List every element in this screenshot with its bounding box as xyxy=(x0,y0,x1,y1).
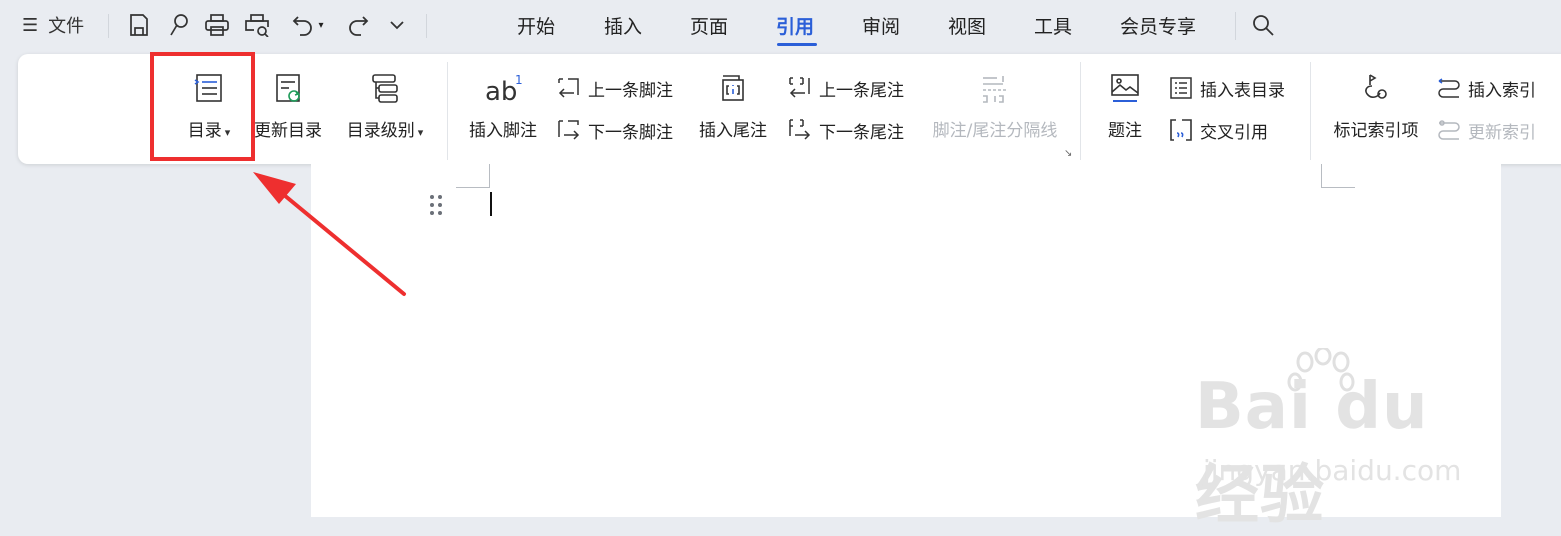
annotation-arrow xyxy=(253,172,406,296)
